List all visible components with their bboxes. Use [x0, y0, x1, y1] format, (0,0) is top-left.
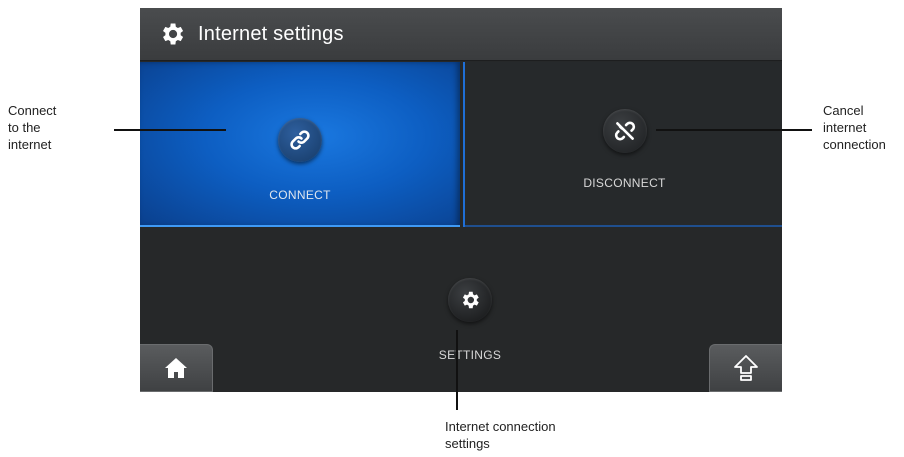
- annotation-connect: Connect to the internet: [8, 102, 98, 153]
- disconnect-button[interactable]: DISCONNECT: [463, 62, 782, 227]
- title-bar: Internet settings: [140, 8, 782, 61]
- home-button[interactable]: [140, 344, 213, 392]
- annotation-connect-line: internet: [8, 137, 52, 152]
- home-icon: [165, 358, 187, 378]
- up-arrow-icon: [734, 355, 758, 381]
- disconnect-label: DISCONNECT: [583, 176, 666, 190]
- annotation-settings: Internet connection settings: [445, 418, 615, 452]
- annotation-settings-line: Internet connection: [445, 419, 556, 434]
- connect-icon-button[interactable]: [278, 118, 322, 162]
- gear-icon: [163, 23, 184, 45]
- figure: Internet settings CONNECT DISCONNECT SET…: [0, 0, 904, 457]
- annotation-disconnect: Cancel internet connection: [823, 102, 903, 153]
- leader-line-connect: [114, 129, 226, 131]
- annotation-disconnect-line: Cancel: [823, 103, 864, 118]
- gear-icon: [462, 291, 479, 309]
- leader-line-settings: [456, 330, 458, 410]
- leader-line-disconnect: [656, 129, 812, 131]
- page-title: Internet settings: [198, 22, 344, 45]
- annotation-connect-line: to the: [8, 120, 41, 135]
- annotation-disconnect-line: connection: [823, 137, 886, 152]
- settings-button[interactable]: SETTINGS: [410, 278, 530, 362]
- connect-label: CONNECT: [269, 188, 331, 202]
- annotation-connect-line: Connect: [8, 103, 57, 118]
- annotation-disconnect-line: internet: [823, 120, 867, 135]
- up-button[interactable]: [709, 344, 782, 392]
- settings-icon-button[interactable]: [448, 278, 492, 322]
- settings-label: SETTINGS: [438, 348, 502, 362]
- link-icon: [290, 130, 310, 150]
- annotation-settings-line: settings: [445, 436, 490, 451]
- disconnect-icon-button[interactable]: [602, 109, 647, 153]
- connect-button[interactable]: CONNECT: [140, 62, 460, 227]
- broken-link-icon: [614, 121, 635, 141]
- device-screen: Internet settings CONNECT DISCONNECT SET…: [140, 8, 782, 392]
